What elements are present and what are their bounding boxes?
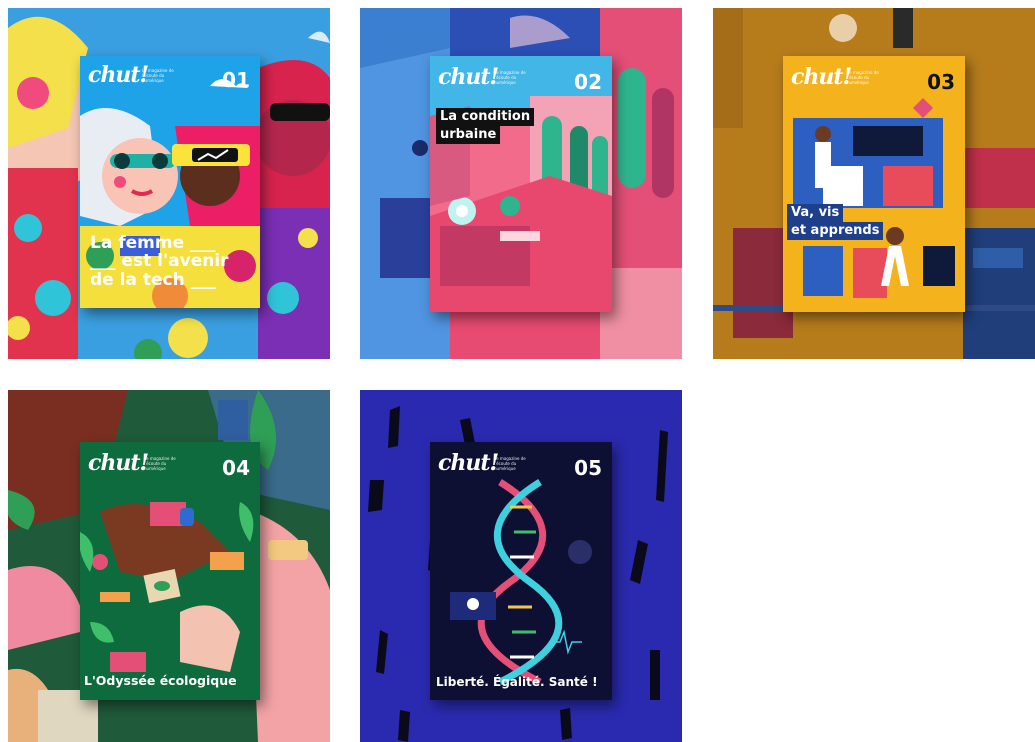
magazine-tagline: Le magazine de l'écoute du numérique <box>144 456 176 471</box>
issue-number: 05 <box>574 456 602 480</box>
issue-number: 04 <box>222 456 250 480</box>
headline-line: L'Odyssée écologique <box>84 673 237 688</box>
headline-line: ___ est l'avenir <box>90 251 229 272</box>
issue-number: 02 <box>574 70 602 94</box>
headline-line: La femme ___ <box>90 233 216 253</box>
magazine-tagline: Le magazine de l'écoute du numérique <box>847 70 879 85</box>
cover-headline: Liberté. Égalité. Santé ! <box>436 676 610 689</box>
headline-line: Va, vis <box>787 204 844 223</box>
magazine-logo: chut! <box>438 64 499 90</box>
magazine-cover[interactable]: chut! Le magazine de l'écoute du numériq… <box>430 442 612 700</box>
headline-line: de la tech ___ <box>90 269 217 290</box>
cover-tile-03[interactable]: chut! Le magazine de l'écoute du numériq… <box>713 8 1035 359</box>
headline-line: urbaine <box>436 126 501 145</box>
magazine-tagline: Le magazine de l'écoute du numérique <box>142 68 174 83</box>
cover-headline: La femme ___ ___ est l'avenir de la tech… <box>90 234 255 289</box>
cover-tile-01[interactable]: chut! Le magazine de l'écoute du numériq… <box>8 8 330 359</box>
headline-line: La condition <box>436 108 535 127</box>
magazine-tagline: Le magazine de l'écoute du numérique <box>494 70 526 85</box>
cover-headline: La condition urbaine <box>436 108 535 145</box>
cover-illustration <box>430 56 612 312</box>
issue-number: 03 <box>927 70 955 94</box>
magazine-cover[interactable]: chut! Le magazine de l'écoute du numériq… <box>783 56 965 312</box>
magazine-tagline: Le magazine de l'écoute du numérique <box>494 456 526 471</box>
cover-illustration <box>430 442 612 700</box>
magazine-cover[interactable]: chut! Le magazine de l'écoute du numériq… <box>80 56 260 308</box>
magazine-gallery: chut! Le magazine de l'écoute du numériq… <box>0 0 1035 742</box>
magazine-cover[interactable]: chut! Le magazine de l'écoute du numériq… <box>80 442 260 700</box>
cover-tile-05[interactable]: chut! Le magazine de l'écoute du numériq… <box>360 390 682 742</box>
headline-line: et apprends <box>787 222 884 241</box>
magazine-logo: chut! <box>791 64 852 90</box>
cover-illustration <box>80 442 260 700</box>
cover-headline: L'Odyssée écologique <box>84 674 258 688</box>
magazine-logo: chut! <box>438 450 499 476</box>
magazine-cover[interactable]: chut! Le magazine de l'écoute du numériq… <box>430 56 612 312</box>
cover-illustration <box>783 56 965 312</box>
headline-line: Liberté. Égalité. Santé ! <box>436 675 598 689</box>
cover-headline: Va, vis et apprends <box>787 204 884 241</box>
magazine-logo: chut! <box>88 450 149 476</box>
issue-number: 01 <box>222 68 250 92</box>
cover-tile-02[interactable]: chut! Le magazine de l'écoute du numériq… <box>360 8 682 359</box>
cover-tile-04[interactable]: chut! Le magazine de l'écoute du numériq… <box>8 390 330 742</box>
magazine-logo: chut! <box>88 62 149 88</box>
